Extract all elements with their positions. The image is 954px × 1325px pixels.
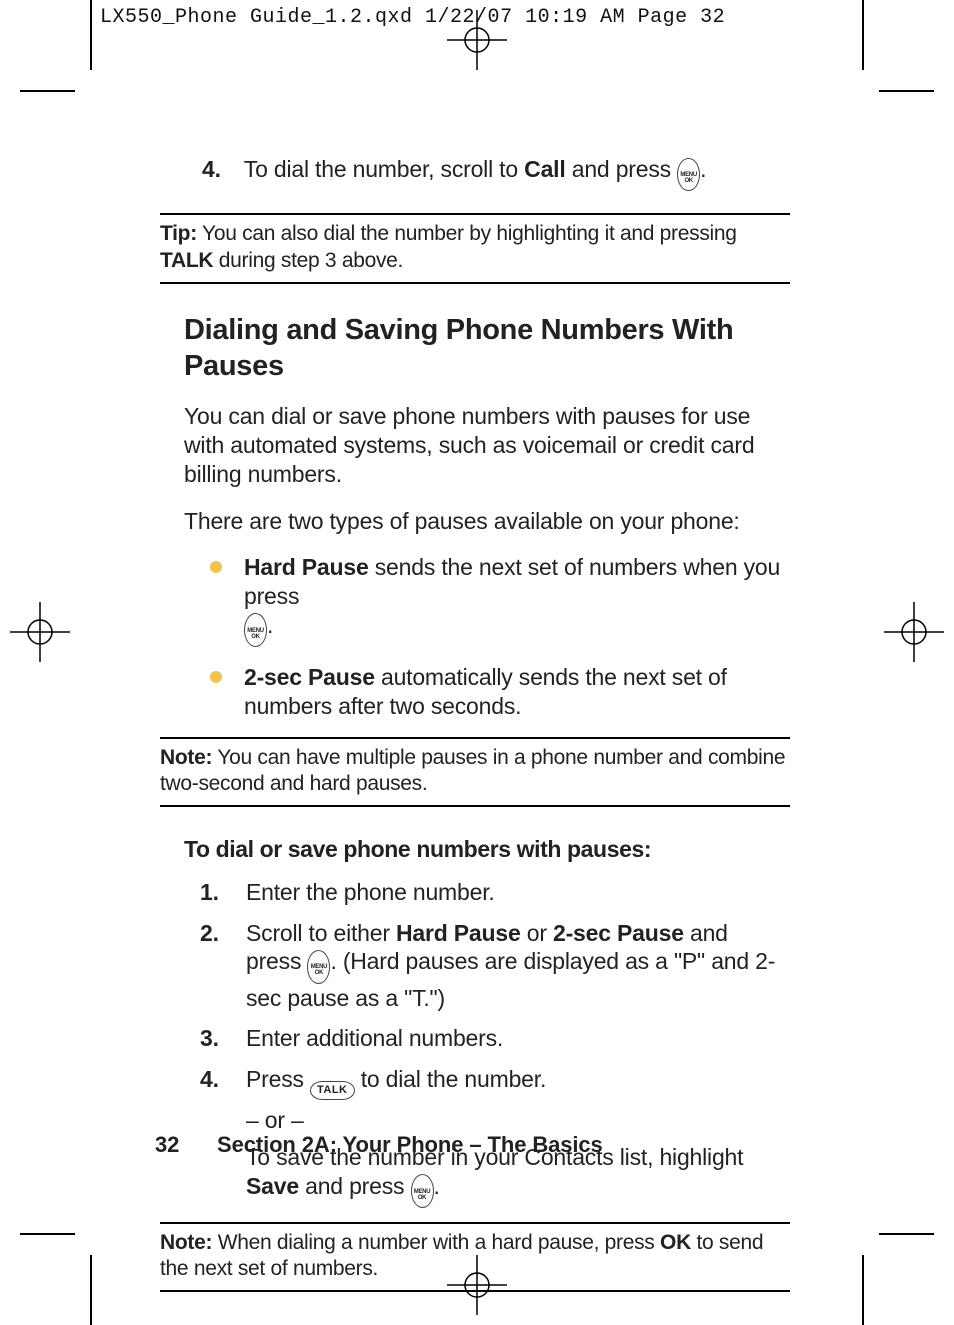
or-separator: – or – — [246, 1106, 785, 1135]
period: . — [434, 1173, 440, 1199]
menu-ok-key-icon: MENUOK — [677, 158, 700, 192]
list-bold: 2-sec Pause — [244, 664, 375, 690]
list-item: 2-sec Pause automatically sends the next… — [210, 663, 790, 721]
step-text: Enter the phone number. — [246, 879, 495, 905]
list-item: Hard Pause sends the next set of numbers… — [210, 553, 790, 647]
note-bold: OK — [660, 1231, 691, 1254]
registration-mark-icon — [447, 10, 507, 70]
step-bold: Call — [524, 156, 565, 182]
page-footer: 32 Section 2A: Your Phone – The Basics — [155, 1132, 603, 1158]
note-body: When dialing a number with a hard pause,… — [212, 1231, 660, 1254]
paragraph: You can dial or save phone numbers with … — [184, 402, 784, 488]
crop-mark — [862, 0, 864, 70]
tip-bold: TALK — [160, 249, 213, 272]
note-label: Note: — [160, 1231, 212, 1254]
step-text: Scroll to either — [246, 920, 396, 946]
menu-ok-key-icon: MENUOK — [244, 613, 267, 647]
step-number: 1. — [200, 878, 219, 907]
note-box: Note: You can have multiple pauses in a … — [160, 737, 790, 808]
list-item: 2. Scroll to either Hard Pause or 2-sec … — [200, 919, 785, 1013]
step-text: to dial the number. — [361, 1066, 546, 1092]
step-number: 2. — [200, 919, 219, 948]
step-bold: Hard Pause — [396, 920, 521, 946]
section-label: Section 2A: Your Phone – The Basics — [217, 1132, 603, 1157]
crop-mark — [90, 1255, 92, 1325]
list-item: 3. Enter additional numbers. — [200, 1024, 785, 1053]
note-label: Note: — [160, 746, 212, 769]
page-number: 32 — [155, 1132, 211, 1158]
tip-box: Tip: You can also dial the number by hig… — [160, 213, 790, 284]
registration-mark-icon — [884, 602, 944, 662]
menu-ok-key-icon: MENUOK — [411, 1174, 434, 1208]
steps-list: 1. Enter the phone number. 2. Scroll to … — [200, 878, 785, 1208]
crop-header: LX550_Phone Guide_1.2.qxd 1/22/07 10:19 … — [100, 6, 725, 29]
tip-body: You can also dial the number by highligh… — [197, 222, 737, 245]
period: . — [267, 612, 273, 638]
paragraph: There are two types of pauses available … — [184, 507, 784, 536]
step-text: or — [521, 920, 553, 946]
menu-ok-key-icon: MENUOK — [307, 950, 330, 984]
subheading: To dial or save phone numbers with pause… — [184, 835, 800, 864]
registration-mark-icon — [10, 602, 70, 662]
step-number: 3. — [200, 1024, 219, 1053]
list-bold: Hard Pause — [244, 554, 369, 580]
note-body: You can have multiple pauses in a phone … — [160, 746, 785, 795]
talk-key-icon: TALK — [310, 1081, 355, 1100]
crop-mark — [20, 1233, 75, 1235]
tip-label: Tip: — [160, 222, 197, 245]
tip-body: during step 3 above. — [213, 249, 403, 272]
step-text: and press — [299, 1173, 411, 1199]
section-title: Dialing and Saving Phone Numbers With Pa… — [184, 312, 800, 385]
crop-mark — [20, 90, 75, 92]
period: . — [700, 156, 706, 182]
crop-mark — [90, 0, 92, 70]
step-text: To dial the number, scroll to — [244, 156, 524, 182]
list-item: 1. Enter the phone number. — [200, 878, 785, 907]
note-box: Note: When dialing a number with a hard … — [160, 1222, 790, 1293]
step-number: 4. — [202, 155, 238, 184]
crop-mark — [879, 90, 934, 92]
step-text: and press — [566, 156, 678, 182]
crop-mark — [879, 1233, 934, 1235]
step-text: Press — [246, 1066, 310, 1092]
step-4-top: 4. To dial the number, scroll to Call an… — [202, 155, 800, 191]
step-bold: Save — [246, 1173, 299, 1199]
step-bold: 2-sec Pause — [553, 920, 684, 946]
crop-mark — [862, 1255, 864, 1325]
step-text: Enter additional numbers. — [246, 1025, 503, 1051]
step-number: 4. — [200, 1065, 219, 1094]
bullet-list: Hard Pause sends the next set of numbers… — [210, 553, 790, 720]
